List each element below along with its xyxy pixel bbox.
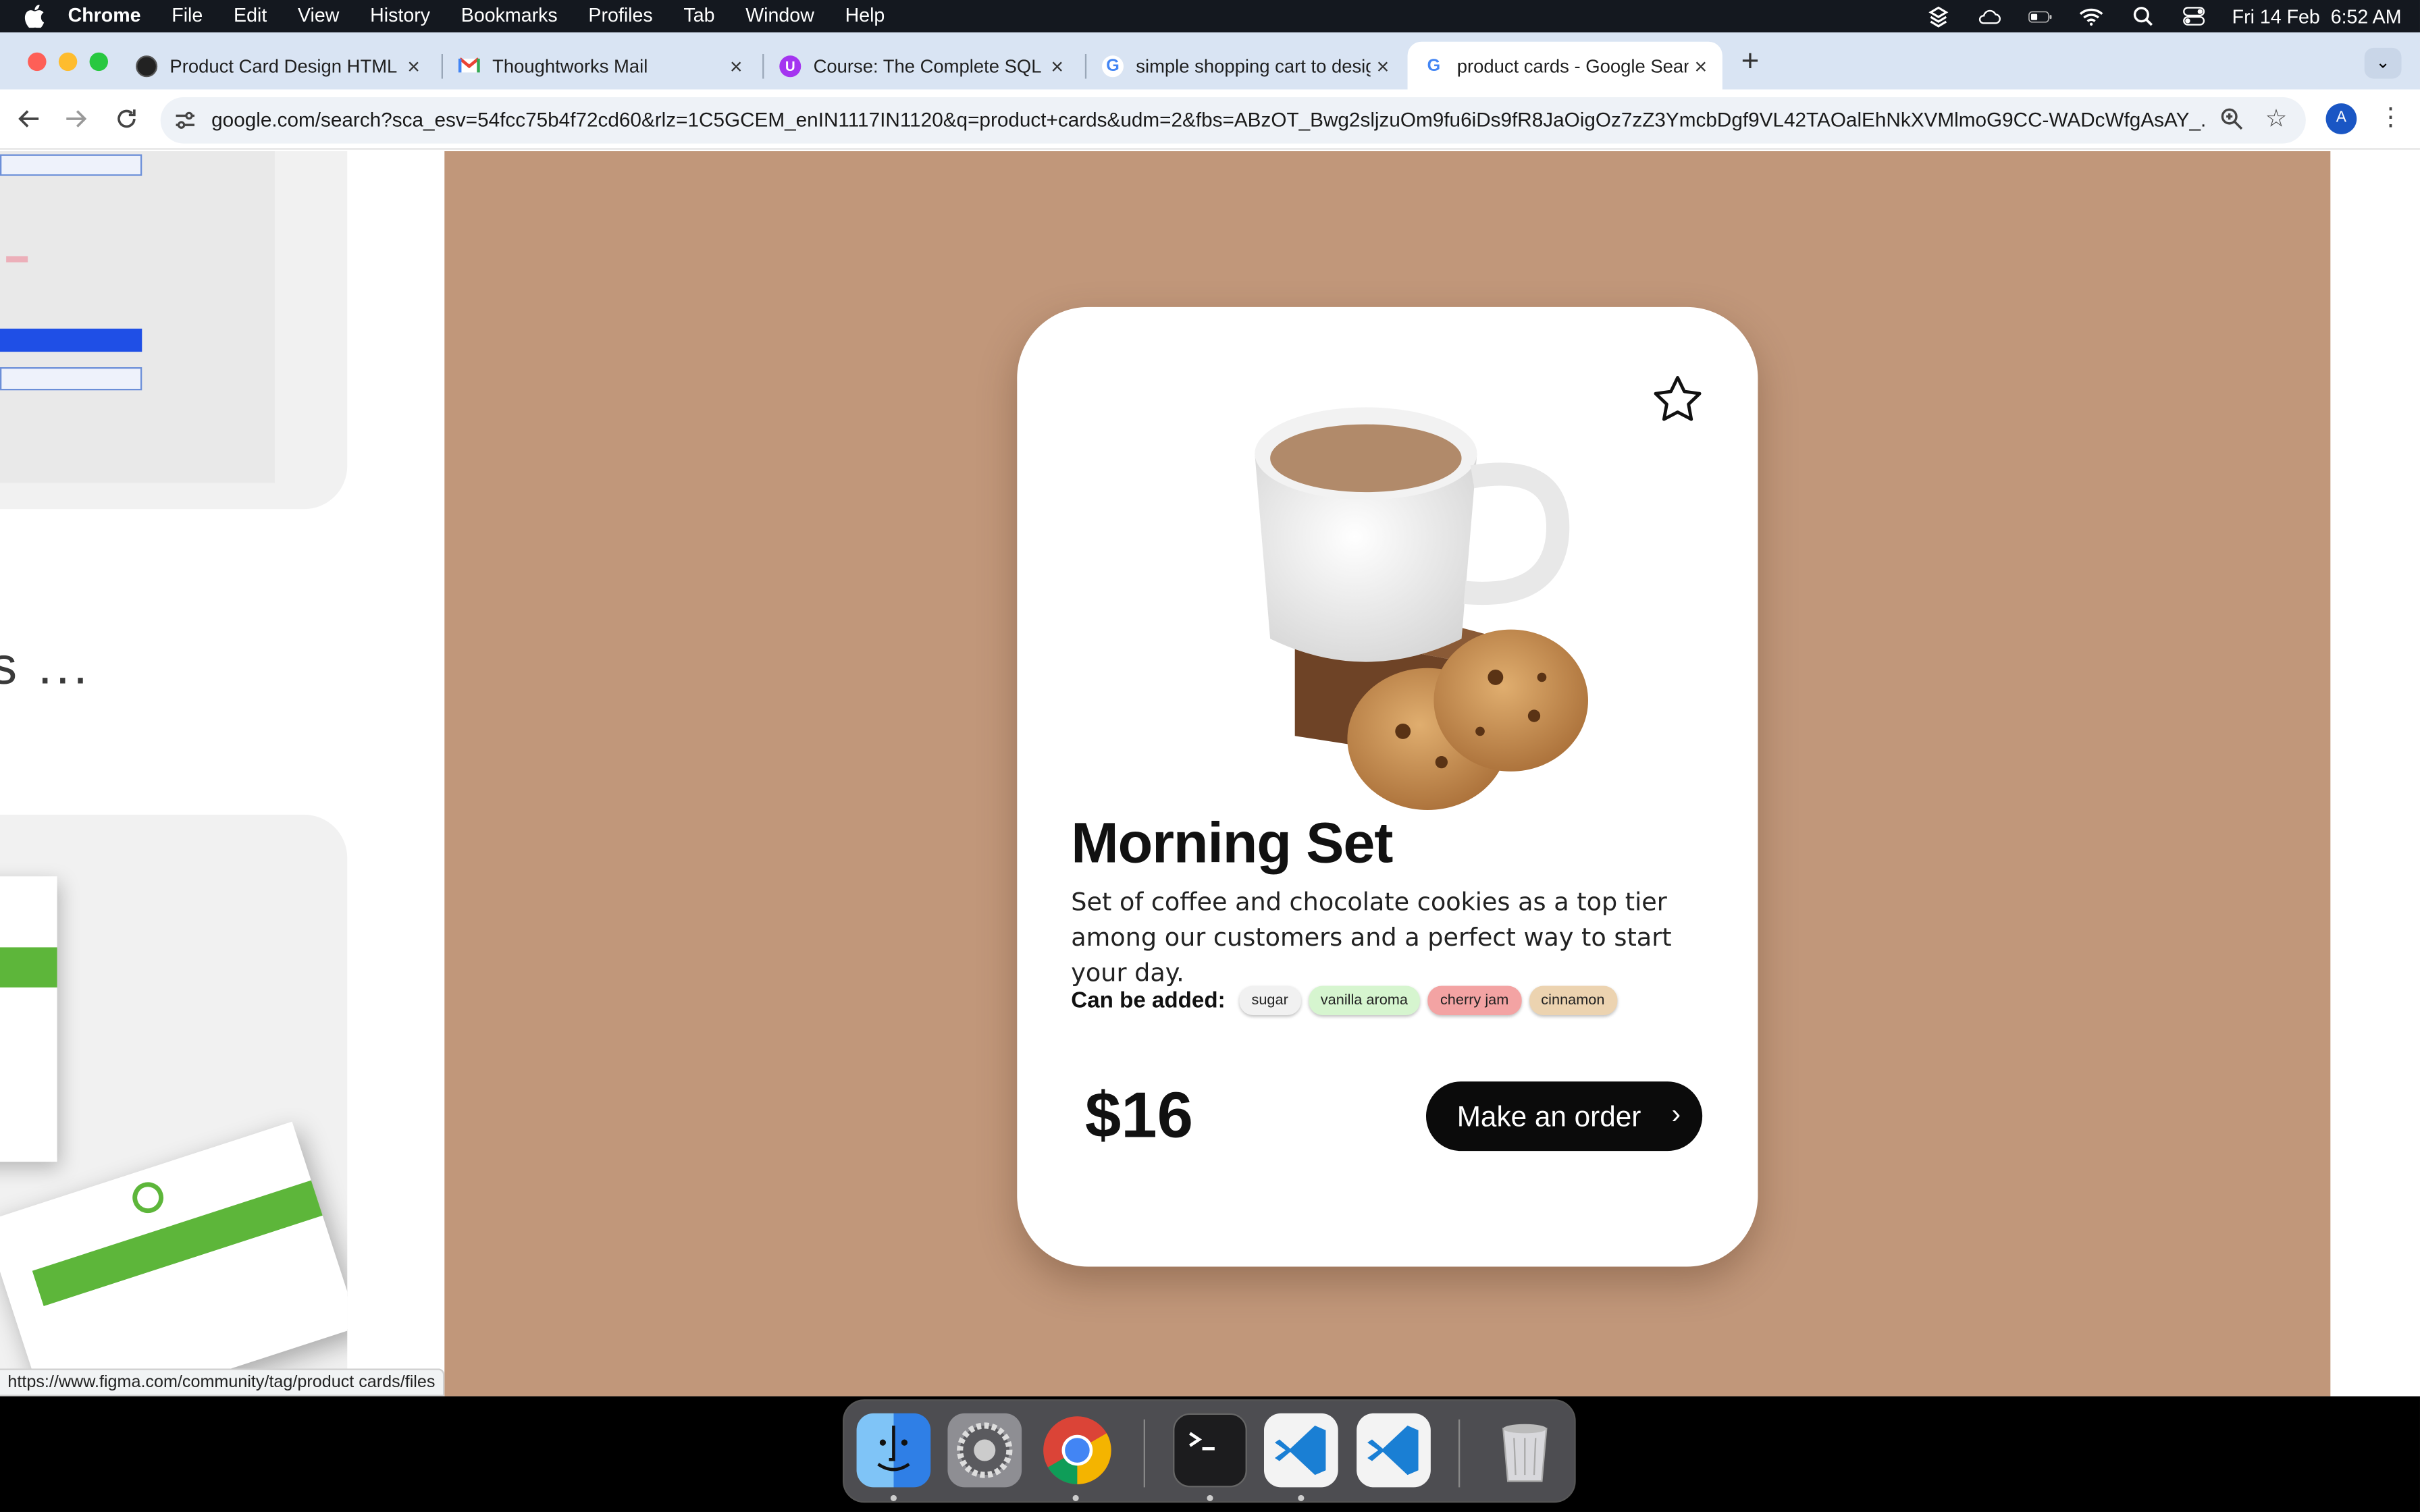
chrome-icon[interactable]: [1041, 1413, 1115, 1488]
page-content: s ... Morning Set Set of coffee and choc…: [0, 151, 2420, 1397]
addon-chip-vanilla[interactable]: vanilla aroma: [1308, 986, 1421, 1015]
google-icon: G: [1101, 55, 1124, 77]
trash-icon[interactable]: [1488, 1413, 1562, 1488]
bookmark-star-icon[interactable]: ☆: [2265, 103, 2288, 134]
tab-product-card-design[interactable]: Product Card Design HTML ×: [120, 42, 435, 90]
menu-window[interactable]: Window: [745, 0, 814, 32]
menu-view[interactable]: View: [298, 0, 339, 32]
menu-bookmarks[interactable]: Bookmarks: [461, 0, 558, 32]
more-menu-icon[interactable]: ⋮: [2378, 102, 2403, 136]
tab-shopping-cart[interactable]: G simple shopping cart to desig ×: [1086, 42, 1404, 90]
zoom-icon[interactable]: [2219, 107, 2244, 132]
tab-sql-course[interactable]: U Course: The Complete SQL B ×: [764, 42, 1078, 90]
gmail-icon: [458, 55, 480, 76]
control-center-icon[interactable]: [2181, 5, 2206, 27]
product-name: Morning Set: [1071, 811, 1393, 875]
menu-profiles[interactable]: Profiles: [588, 0, 652, 32]
minimize-window-button[interactable]: [58, 52, 78, 72]
tab-title: product cards - Google Searc: [1456, 55, 1689, 77]
window-controls: [28, 52, 108, 72]
stack-app-icon[interactable]: [1926, 5, 1951, 27]
close-window-button[interactable]: [28, 52, 47, 72]
tab-thoughtworks-mail[interactable]: Thoughtworks Mail ×: [443, 42, 758, 90]
menu-edit[interactable]: Edit: [234, 0, 267, 32]
tab-search-button[interactable]: ⌄: [2364, 47, 2402, 79]
tab-title: simple shopping cart to desig: [1136, 55, 1371, 77]
chevron-right-icon: ›: [1671, 1098, 1681, 1130]
menu-bar: Chrome File Edit View History Bookmarks …: [0, 0, 2420, 32]
menu-file[interactable]: File: [172, 0, 203, 32]
system-settings-icon[interactable]: [947, 1413, 1022, 1488]
close-icon[interactable]: ×: [401, 53, 426, 78]
order-button-label: Make an order: [1456, 1099, 1641, 1132]
scroll-area: [2330, 151, 2420, 1397]
profile-avatar[interactable]: A: [2325, 103, 2357, 134]
url-text: google.com/search?sca_esv=54fcc75b4f72cd…: [211, 107, 2206, 132]
spotlight-search-icon[interactable]: [2130, 5, 2155, 27]
coffee-cookies-image: [1255, 407, 1588, 810]
make-order-button[interactable]: Make an order ›: [1425, 1081, 1703, 1152]
tab-title: Thoughtworks Mail: [492, 55, 648, 77]
apple-icon[interactable]: [24, 4, 47, 28]
tab-product-cards-search[interactable]: G product cards - Google Searc ×: [1407, 41, 1722, 90]
image-results-column: s ...: [0, 151, 445, 1397]
addons-row: Can be added: sugar vanilla aroma cherry…: [1071, 986, 1625, 1015]
reload-icon[interactable]: [109, 102, 143, 136]
udemy-icon: U: [779, 55, 801, 77]
battery-icon[interactable]: [2028, 5, 2053, 27]
tab-title: Product Card Design HTML: [169, 55, 398, 77]
addon-chip-cinnamon[interactable]: cinnamon: [1529, 986, 1617, 1015]
link-status-bar: https://www.figma.com/community/tag/prod…: [0, 1368, 445, 1397]
terminal-icon[interactable]: [1173, 1413, 1247, 1488]
business-card-image: [0, 876, 57, 1162]
business-card-image: [0, 1121, 348, 1397]
screen: Chrome File Edit View History Bookmarks …: [0, 0, 2420, 1512]
close-icon[interactable]: ×: [1371, 53, 1396, 78]
menu-clock[interactable]: Fri 14 Feb 6:52 AM: [2232, 5, 2402, 27]
menu-tab[interactable]: Tab: [683, 0, 714, 32]
vscode-icon[interactable]: [1263, 1413, 1338, 1488]
close-icon[interactable]: ×: [1045, 53, 1070, 78]
address-bar[interactable]: google.com/search?sca_esv=54fcc75b4f72cd…: [160, 97, 2306, 144]
menu-app-name[interactable]: Chrome: [68, 0, 141, 32]
product-price: $16: [1084, 1078, 1194, 1152]
wifi-icon[interactable]: [2079, 5, 2104, 27]
addon-chip-sugar[interactable]: sugar: [1239, 986, 1301, 1015]
close-icon[interactable]: ×: [724, 53, 749, 78]
product-description: Set of coffee and chocolate cookies as a…: [1071, 887, 1672, 988]
codepen-icon: [136, 55, 158, 77]
back-icon[interactable]: [12, 102, 46, 136]
image-result-thumbnail[interactable]: [0, 814, 348, 1397]
new-tab-button[interactable]: +: [1735, 47, 1766, 78]
close-icon[interactable]: ×: [1689, 53, 1714, 78]
tab-title: Course: The Complete SQL B: [813, 55, 1045, 77]
thumbnail-image: [0, 151, 275, 483]
forward-icon[interactable]: [59, 102, 93, 136]
product-card: Morning Set Set of coffee and chocolate …: [1017, 306, 1758, 1267]
finder-icon[interactable]: [856, 1413, 931, 1488]
dock: [842, 1399, 1576, 1503]
result-title-truncated[interactable]: s ...: [0, 637, 90, 697]
browser-toolbar: google.com/search?sca_esv=54fcc75b4f72cd…: [0, 89, 2420, 150]
favorite-star-icon[interactable]: [1650, 372, 1705, 427]
google-icon: G: [1423, 55, 1445, 77]
menu-history[interactable]: History: [370, 0, 430, 32]
tab-strip: Product Card Design HTML × Thoughtworks …: [0, 32, 2420, 90]
addons-label: Can be added:: [1071, 988, 1226, 1013]
image-preview-panel[interactable]: Morning Set Set of coffee and chocolate …: [444, 151, 2331, 1397]
zoom-window-button[interactable]: [89, 52, 108, 72]
image-result-thumbnail[interactable]: [0, 151, 348, 510]
cloud-icon[interactable]: [1977, 5, 2002, 27]
addon-chip-cherry-jam[interactable]: cherry jam: [1427, 986, 1521, 1015]
site-info-icon[interactable]: [173, 108, 198, 133]
menu-help[interactable]: Help: [845, 0, 885, 32]
vscode-icon[interactable]: [1357, 1413, 1431, 1488]
